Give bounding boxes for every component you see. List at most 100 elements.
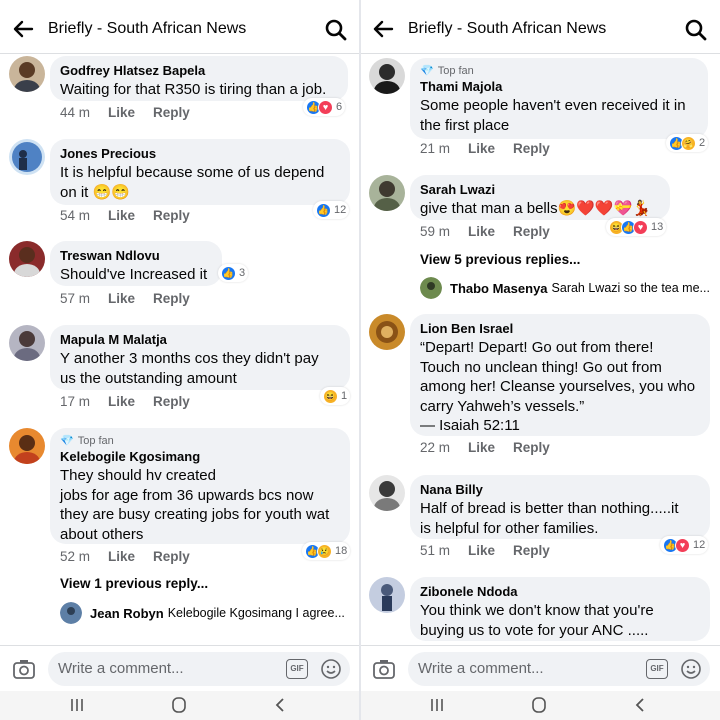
gif-button[interactable]: GIF [646, 659, 668, 679]
reply-button[interactable]: Reply [513, 543, 550, 558]
commenter-name[interactable]: Zibonele Ndoda [420, 583, 700, 601]
like-button[interactable]: Like [468, 224, 495, 239]
reaction-summary[interactable]: 👍 ♥ 12 [660, 536, 709, 554]
reply-button[interactable]: Reply [513, 141, 550, 156]
like-button[interactable]: Like [468, 440, 495, 455]
comment-bubble: Zibonele Ndoda You think we don't know t… [410, 577, 710, 641]
reply-button[interactable]: Reply [153, 549, 190, 564]
back-nav-icon[interactable] [632, 697, 650, 713]
reaction-summary[interactable]: 👍 3 [218, 264, 249, 282]
comment-time: 57 m [60, 291, 91, 306]
reaction-count: 6 [336, 101, 343, 113]
comment-time: 59 m [420, 224, 451, 239]
comment-placeholder: Write a comment... [58, 660, 184, 677]
reply-button[interactable]: Reply [153, 291, 190, 306]
view-previous-replies-link[interactable]: View 1 previous reply... [60, 576, 208, 591]
camera-icon[interactable] [372, 658, 396, 680]
gif-button[interactable]: GIF [286, 659, 308, 679]
app-header: Briefly - South African News [0, 0, 360, 54]
commenter-name[interactable]: Kelebogile Kgosimang [60, 448, 340, 466]
avatar[interactable] [369, 577, 405, 613]
avatar[interactable] [369, 475, 405, 511]
reaction-summary[interactable]: 😆 1 [320, 387, 351, 405]
comment-text: Half of bread is better than nothing....… [420, 500, 679, 537]
commenter-name[interactable]: Sarah Lwazi [420, 181, 660, 199]
care-reaction-icon: 🤗 [681, 135, 696, 151]
love-reaction-icon: ♥ [633, 219, 648, 235]
reply-button[interactable]: Reply [513, 440, 550, 455]
top-fan-badge: 💎 Top fan [420, 64, 698, 78]
reaction-summary[interactable]: 👍 😢 18 [302, 542, 351, 560]
like-button[interactable]: Like [108, 105, 135, 120]
comment-bubble: 💎 Top fan Thami Majola Some people haven'… [410, 58, 708, 139]
home-icon[interactable] [530, 697, 548, 713]
recent-apps-icon[interactable] [68, 697, 86, 713]
reply-button[interactable]: Reply [153, 105, 190, 120]
commenter-name[interactable]: Lion Ben Israel [420, 320, 700, 338]
avatar[interactable] [9, 56, 45, 92]
comment-actions: 22 m Like Reply [420, 440, 568, 455]
reaction-summary[interactable]: 👍 12 [313, 201, 350, 219]
panel-divider [359, 0, 361, 720]
avatar[interactable] [9, 325, 45, 361]
like-button[interactable]: Like [108, 208, 135, 223]
like-button[interactable]: Like [468, 141, 495, 156]
emoji-icon[interactable] [680, 658, 702, 680]
reply-author: Thabo Masenya [450, 280, 548, 296]
reply-preview[interactable]: Thabo Masenya Sarah Lwazi so the tea me.… [420, 277, 710, 299]
avatar[interactable] [9, 139, 45, 175]
view-previous-replies-link[interactable]: View 5 previous replies... [420, 252, 580, 267]
reply-button[interactable]: Reply [513, 224, 550, 239]
diamond-icon: 💎 [60, 435, 74, 447]
reaction-summary[interactable]: 👍 ♥ 6 [303, 98, 346, 116]
reply-button[interactable]: Reply [153, 208, 190, 223]
avatar[interactable] [369, 314, 405, 350]
avatar[interactable] [9, 241, 45, 277]
comment-text: Some people haven't even received it in … [420, 97, 686, 134]
avatar[interactable] [369, 58, 405, 94]
recent-apps-icon[interactable] [428, 697, 446, 713]
screenshot-stage: Briefly - South African News Godfrey Hla… [0, 0, 720, 720]
search-icon[interactable] [324, 18, 348, 42]
reaction-count: 18 [335, 545, 348, 557]
camera-icon[interactable] [12, 658, 36, 680]
comment-text: give that man a bells😍❤️❤️💝💃 [420, 200, 651, 217]
emoji-icon[interactable] [320, 658, 342, 680]
back-arrow-icon[interactable] [372, 18, 394, 40]
commenter-name[interactable]: Treswan Ndlovu [60, 247, 212, 265]
avatar[interactable] [9, 428, 45, 464]
comment-input[interactable]: Write a comment... GIF [48, 652, 350, 686]
sad-reaction-icon: 😢 [317, 543, 332, 559]
like-button[interactable]: Like [108, 291, 135, 306]
reaction-count: 3 [239, 267, 246, 279]
comment-input[interactable]: Write a comment... GIF [408, 652, 710, 686]
comment-actions: 52 m Like Reply [60, 549, 208, 564]
like-button[interactable]: Like [468, 543, 495, 558]
reaction-count: 12 [693, 539, 706, 551]
reaction-count: 2 [699, 137, 706, 149]
reaction-summary[interactable]: 😆 👍 ♥ 13 [606, 218, 667, 236]
reaction-count: 1 [341, 390, 348, 402]
like-button[interactable]: Like [108, 394, 135, 409]
commenter-name[interactable]: Jones Precious [60, 145, 340, 163]
comment-time: 17 m [60, 394, 91, 409]
commenter-name[interactable]: Nana Billy [420, 481, 700, 499]
haha-reaction-icon: 😆 [323, 388, 338, 404]
reaction-summary[interactable]: 👍 🤗 2 [666, 134, 709, 152]
commenter-name[interactable]: Thami Majola [420, 78, 698, 96]
back-arrow-icon[interactable] [12, 18, 34, 40]
reply-preview[interactable]: Jean Robyn Kelebogile Kgosimang I agree.… [60, 602, 345, 624]
home-icon[interactable] [170, 697, 188, 713]
comment-text: Y another 3 months cos they didn't pay u… [60, 350, 319, 387]
like-button[interactable]: Like [108, 549, 135, 564]
comment-composer: Write a comment... GIF [0, 645, 360, 691]
reaction-count: 12 [334, 204, 347, 216]
comment-text: You think we don't know that you're buyi… [420, 602, 654, 639]
avatar[interactable] [369, 175, 405, 211]
back-nav-icon[interactable] [272, 697, 290, 713]
commenter-name[interactable]: Godfrey Hlatsez Bapela [60, 62, 338, 80]
commenter-name[interactable]: Mapula M Malatja [60, 331, 340, 349]
reply-button[interactable]: Reply [153, 394, 190, 409]
comment-bubble: Godfrey Hlatsez Bapela Waiting for that … [50, 56, 348, 101]
search-icon[interactable] [684, 18, 708, 42]
